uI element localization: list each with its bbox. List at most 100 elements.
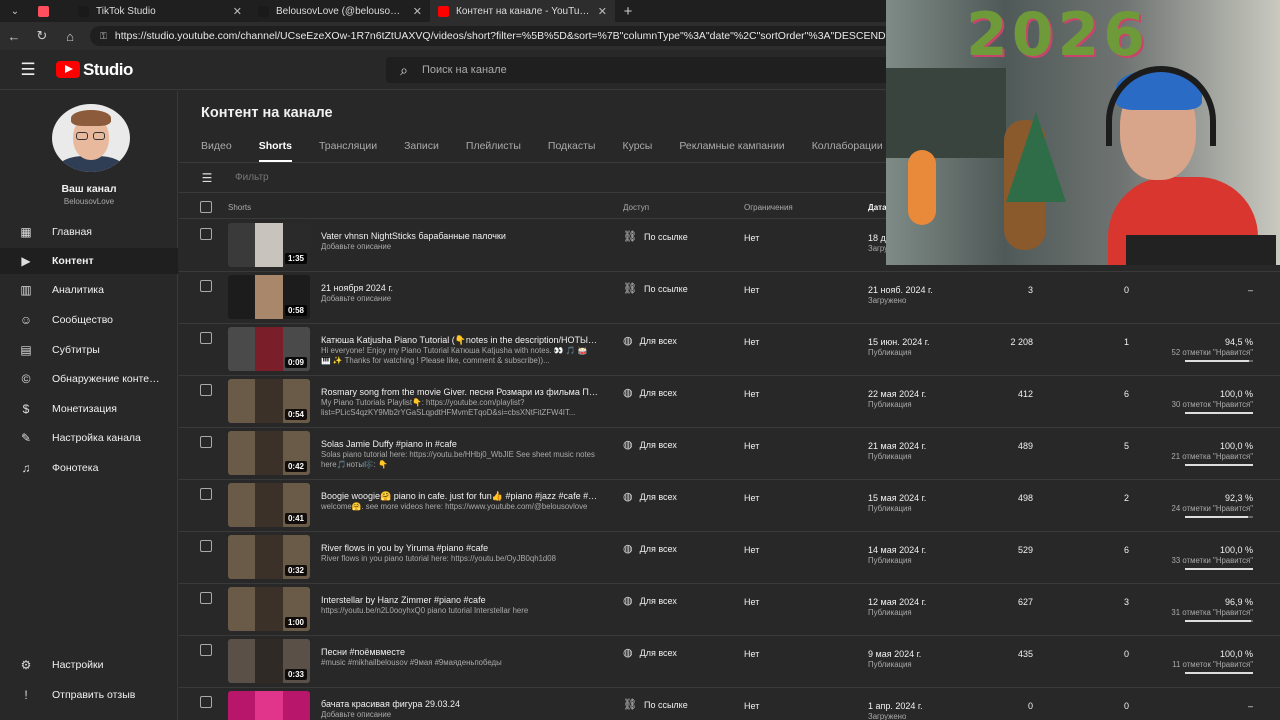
new-tab-button[interactable]: +: [615, 3, 641, 20]
channel-search[interactable]: ⌕ Поиск на канале: [386, 57, 906, 83]
likes-ratio-bar: [1185, 516, 1253, 518]
visibility-dropdown[interactable]: ◍ Для всех: [623, 646, 677, 659]
content-tab[interactable]: Видео: [201, 140, 232, 162]
sidebar-item[interactable]: ▥ Аналитика: [0, 277, 178, 303]
video-thumbnail[interactable]: [228, 691, 310, 720]
filter-input[interactable]: Фильтр: [235, 172, 269, 183]
row-checkbox[interactable]: [200, 592, 212, 604]
visibility-dropdown[interactable]: ⛓ По ссылке: [623, 282, 688, 295]
tab-search-chevron-icon[interactable]: ⌄: [0, 0, 30, 22]
likes-percent: 100,0 %: [1219, 441, 1253, 451]
content-tab[interactable]: Записи: [404, 140, 439, 162]
views-value: 498: [1017, 493, 1033, 503]
column-restrictions[interactable]: Ограничения: [744, 203, 793, 212]
table-row[interactable]: 1:00 Interstellar by Hanz Zimmer #piano #…: [179, 584, 1280, 636]
video-title[interactable]: River flows in you by Yiruma #piano #caf…: [321, 543, 599, 553]
avatar[interactable]: [52, 104, 130, 172]
column-date[interactable]: Дата: [868, 203, 887, 212]
content-tab[interactable]: Трансляции: [319, 140, 377, 162]
sidebar-item[interactable]: $ Монетизация: [0, 396, 178, 422]
table-row[interactable]: 0:42 Solas Jamie Duffy #piano in #cafe Sol…: [179, 428, 1280, 480]
row-checkbox[interactable]: [200, 436, 212, 448]
table-row[interactable]: 0:41 Boogie woogie🤗 piano in cafe. just f…: [179, 480, 1280, 532]
sidebar-item[interactable]: ▶ Контент: [0, 248, 178, 274]
table-row[interactable]: 0:09 Катюша Katjusha Piano Tutorial (👇not…: [179, 324, 1280, 376]
table-row[interactable]: 0:54 Rosmary song from the movie Giver. п…: [179, 376, 1280, 428]
video-thumbnail[interactable]: 0:54: [228, 379, 310, 423]
video-thumbnail[interactable]: 0:32: [228, 535, 310, 579]
video-title[interactable]: Solas Jamie Duffy #piano in #cafe: [321, 439, 599, 449]
views-value: 489: [1017, 441, 1033, 451]
select-all-checkbox[interactable]: [200, 201, 212, 213]
video-thumbnail[interactable]: 1:00: [228, 587, 310, 631]
table-row[interactable]: 0:32 River flows in you by Yiruma #piano …: [179, 532, 1280, 584]
content-tab[interactable]: Плейлисты: [466, 140, 521, 162]
visibility-dropdown[interactable]: ◍ Для всех: [623, 594, 677, 607]
visibility-dropdown[interactable]: ◍ Для всех: [623, 490, 677, 503]
visibility-dropdown[interactable]: ◍ Для всех: [623, 386, 677, 399]
table-row[interactable]: 0:33 Песни #поёмвместе #music #mikhailbelo…: [179, 636, 1280, 688]
video-thumbnail[interactable]: 0:33: [228, 639, 310, 683]
video-thumbnail[interactable]: 0:58: [228, 275, 310, 319]
sidebar-item[interactable]: ▤ Субтитры: [0, 337, 178, 363]
video-title[interactable]: Interstellar by Hanz Zimmer #piano #cafe: [321, 595, 599, 605]
content-tab[interactable]: Курсы: [622, 140, 652, 162]
filter-icon[interactable]: ☰: [179, 171, 235, 185]
row-checkbox[interactable]: [200, 540, 212, 552]
sidebar-item-label: Фонотека: [52, 462, 99, 474]
menu-icon[interactable]: ☰: [0, 60, 56, 80]
row-checkbox[interactable]: [200, 384, 212, 396]
home-icon[interactable]: ⌂: [56, 29, 84, 44]
sidebar-item[interactable]: ✎ Настройка канала: [0, 425, 178, 451]
close-tab-icon[interactable]: ✕: [413, 5, 422, 18]
visibility-dropdown[interactable]: ◍ Для всех: [623, 542, 677, 555]
visibility-dropdown[interactable]: ⛓ По ссылке: [623, 698, 688, 711]
video-title[interactable]: Vater vhnsn NightSticks барабанные палоч…: [321, 231, 599, 241]
site-info-icon[interactable]: ⚿: [100, 31, 107, 42]
video-thumbnail[interactable]: 0:09: [228, 327, 310, 371]
video-thumbnail[interactable]: 0:42: [228, 431, 310, 475]
globe-icon: ◍: [623, 647, 633, 659]
visibility-dropdown[interactable]: ◍ Для всех: [623, 334, 677, 347]
browser-tab[interactable]: Контент на канале - YouTube Stu ✕: [430, 0, 615, 22]
close-tab-icon[interactable]: ✕: [233, 5, 242, 18]
date-status: Публикация: [868, 556, 912, 565]
sidebar-bottom-item[interactable]: ! Отправить отзыв: [0, 682, 178, 708]
comments-value: 3: [1123, 597, 1129, 607]
content-tab[interactable]: Подкасты: [548, 140, 596, 162]
row-checkbox[interactable]: [200, 332, 212, 344]
browser-tab[interactable]: BelousovLove (@belousovlive) | T ✕: [250, 0, 430, 22]
row-checkbox[interactable]: [200, 696, 212, 708]
visibility-dropdown[interactable]: ⛓ По ссылке: [623, 230, 688, 243]
table-row[interactable]: 0:58 21 ноября 2024 г. Добавьте описание ⛓ П…: [179, 272, 1280, 324]
video-title[interactable]: Boogie woogie🤗 piano in cafe. just for f…: [321, 491, 599, 502]
sidebar-bottom-item[interactable]: ⚙ Настройки: [0, 652, 178, 678]
sidebar-item[interactable]: © Обнаружение контента: [0, 366, 178, 392]
visibility-dropdown[interactable]: ◍ Для всех: [623, 438, 677, 451]
close-tab-icon[interactable]: ✕: [598, 5, 607, 18]
table-row[interactable]: бачата красивая фигура 29.03.24 Добавьте …: [179, 688, 1280, 720]
browser-tab[interactable]: TikTok Studio ✕: [70, 0, 250, 22]
row-checkbox[interactable]: [200, 488, 212, 500]
sidebar-item[interactable]: ▦ Главная: [0, 219, 178, 245]
content-tab[interactable]: Shorts: [258, 140, 292, 162]
row-checkbox[interactable]: [200, 228, 212, 240]
video-thumbnail[interactable]: 0:41: [228, 483, 310, 527]
studio-logo[interactable]: Studio: [56, 60, 133, 80]
row-checkbox[interactable]: [200, 280, 212, 292]
back-icon[interactable]: ←: [0, 29, 28, 44]
comments-value: 6: [1123, 389, 1129, 399]
row-checkbox[interactable]: [200, 644, 212, 656]
video-title[interactable]: 21 ноября 2024 г.: [321, 283, 599, 293]
browser-tab[interactable]: [30, 0, 70, 22]
video-title[interactable]: бачата красивая фигура 29.03.24: [321, 699, 599, 709]
sidebar-item[interactable]: ♫ Фонотека: [0, 455, 178, 481]
content-tab[interactable]: Рекламные кампании: [679, 140, 784, 162]
video-title[interactable]: Песни #поёмвместе: [321, 647, 599, 657]
sidebar-item[interactable]: ☺ Сообщество: [0, 307, 178, 333]
content-tab[interactable]: Коллаборации: [812, 140, 883, 162]
video-title[interactable]: Катюша Katjusha Piano Tutorial (👇notes i…: [321, 335, 599, 346]
video-title[interactable]: Rosmary song from the movie Giver. песня…: [321, 387, 599, 397]
video-thumbnail[interactable]: 1:35: [228, 223, 310, 267]
reload-icon[interactable]: ↻: [28, 28, 56, 44]
